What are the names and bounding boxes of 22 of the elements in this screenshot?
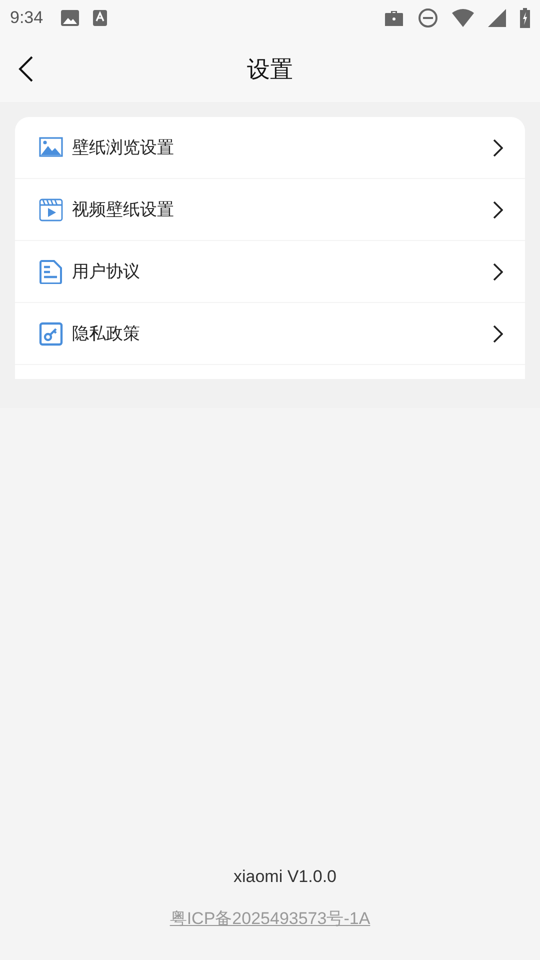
settings-item[interactable]: 隐私政策	[15, 303, 525, 365]
battery-icon	[520, 8, 530, 28]
version-text: xiaomi V1.0.0	[232, 867, 336, 887]
signal-icon	[488, 9, 506, 27]
chevron-right-icon	[493, 138, 503, 156]
do-not-disturb-icon	[418, 8, 438, 28]
picture-icon	[61, 10, 80, 26]
page-title: 设置	[247, 56, 293, 84]
settings-item[interactable]: 壁纸浏览设置	[15, 117, 525, 179]
key-icon	[39, 322, 63, 346]
settings-item[interactable]: 用户协议	[15, 241, 525, 303]
document-icon	[39, 260, 63, 284]
font-icon	[93, 10, 108, 26]
chevron-right-icon	[493, 324, 503, 342]
chevron-right-icon	[493, 200, 503, 218]
image-icon	[39, 136, 63, 160]
wifi-icon	[452, 9, 474, 27]
briefcase-icon	[384, 10, 404, 26]
chevron-right-icon	[493, 262, 503, 280]
video-icon	[39, 198, 63, 222]
settings-item[interactable]: 视频壁纸设置	[15, 179, 525, 241]
status-time: 9:34	[10, 8, 44, 28]
